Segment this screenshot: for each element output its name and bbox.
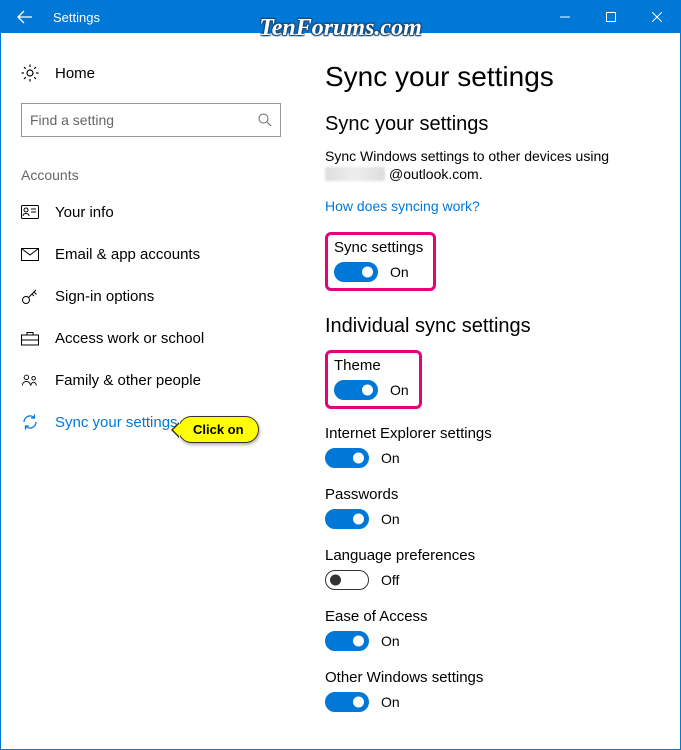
window-title: Settings [53, 10, 542, 25]
mail-icon [21, 248, 39, 261]
sync-icon [21, 413, 39, 431]
sidebar-section-label: Accounts [21, 167, 301, 183]
people-icon [21, 373, 39, 388]
sidebar-item-label: Family & other people [55, 372, 201, 389]
setting-label-sync-master: Sync settings [334, 239, 423, 256]
setting-label-theme: Theme [334, 357, 409, 374]
back-button[interactable] [1, 1, 49, 33]
gear-icon [21, 64, 39, 82]
toggle-other-windows-settings[interactable] [325, 692, 369, 712]
home-label: Home [55, 65, 95, 82]
close-button[interactable] [634, 1, 680, 33]
toggle-passwords[interactable] [325, 509, 369, 529]
email-domain: @outlook.com. [389, 166, 483, 182]
sidebar-item-family[interactable]: Family & other people [21, 359, 301, 401]
sync-description: Sync Windows settings to other devices u… [325, 148, 656, 164]
sidebar-item-label: Access work or school [55, 330, 204, 347]
help-link-syncing[interactable]: How does syncing work? [325, 198, 480, 214]
minimize-button[interactable] [542, 1, 588, 33]
tutorial-highlight-sync-settings: Sync settings On [325, 232, 436, 291]
setting-label-language: Language preferences [325, 547, 656, 564]
toggle-state-text: On [381, 511, 400, 527]
search-icon [258, 113, 272, 127]
maximize-button[interactable] [588, 1, 634, 33]
toggle-sync-settings[interactable] [334, 262, 378, 282]
setting-label-ease-of-access: Ease of Access [325, 608, 656, 625]
toggle-theme[interactable] [334, 380, 378, 400]
briefcase-icon [21, 331, 39, 346]
setting-label-passwords: Passwords [325, 486, 656, 503]
toggle-state-text: On [390, 264, 409, 280]
toggle-state-text: Off [381, 572, 399, 588]
section-heading-sync: Sync your settings [325, 113, 656, 136]
page-title: Sync your settings [325, 61, 656, 93]
section-heading-individual: Individual sync settings [325, 315, 656, 338]
toggle-ie-settings[interactable] [325, 448, 369, 468]
toggle-state-text: On [390, 382, 409, 398]
sidebar-item-signin[interactable]: Sign-in options [21, 275, 301, 317]
sidebar-item-label: Your info [55, 204, 114, 221]
toggle-ease-of-access[interactable] [325, 631, 369, 651]
search-input[interactable] [30, 112, 258, 128]
toggle-language-preferences[interactable] [325, 570, 369, 590]
setting-label-ie: Internet Explorer settings [325, 425, 656, 442]
titlebar: Settings [1, 1, 680, 33]
toggle-state-text: On [381, 694, 400, 710]
search-box[interactable] [21, 103, 281, 137]
home-nav[interactable]: Home [21, 53, 301, 93]
tutorial-highlight-theme: Theme On [325, 350, 422, 409]
key-icon [21, 287, 39, 305]
toggle-state-text: On [381, 633, 400, 649]
sidebar-item-sync[interactable]: Sync your settings [21, 401, 301, 443]
main-panel: Sync your settings Sync your settings Sy… [301, 33, 680, 749]
sidebar: Home Accounts Your info Email & app acco… [1, 33, 301, 749]
redacted-email-prefix [325, 167, 385, 181]
sidebar-item-label: Sync your settings [55, 414, 178, 431]
sidebar-item-email[interactable]: Email & app accounts [21, 233, 301, 275]
sidebar-item-work-school[interactable]: Access work or school [21, 317, 301, 359]
tutorial-callout: Click on [178, 416, 259, 443]
sync-account-email: @outlook.com. [325, 166, 656, 182]
toggle-state-text: On [381, 450, 400, 466]
user-card-icon [21, 205, 39, 219]
sidebar-item-your-info[interactable]: Your info [21, 191, 301, 233]
sidebar-item-label: Sign-in options [55, 288, 154, 305]
sidebar-item-label: Email & app accounts [55, 246, 200, 263]
setting-label-other-windows: Other Windows settings [325, 669, 656, 686]
